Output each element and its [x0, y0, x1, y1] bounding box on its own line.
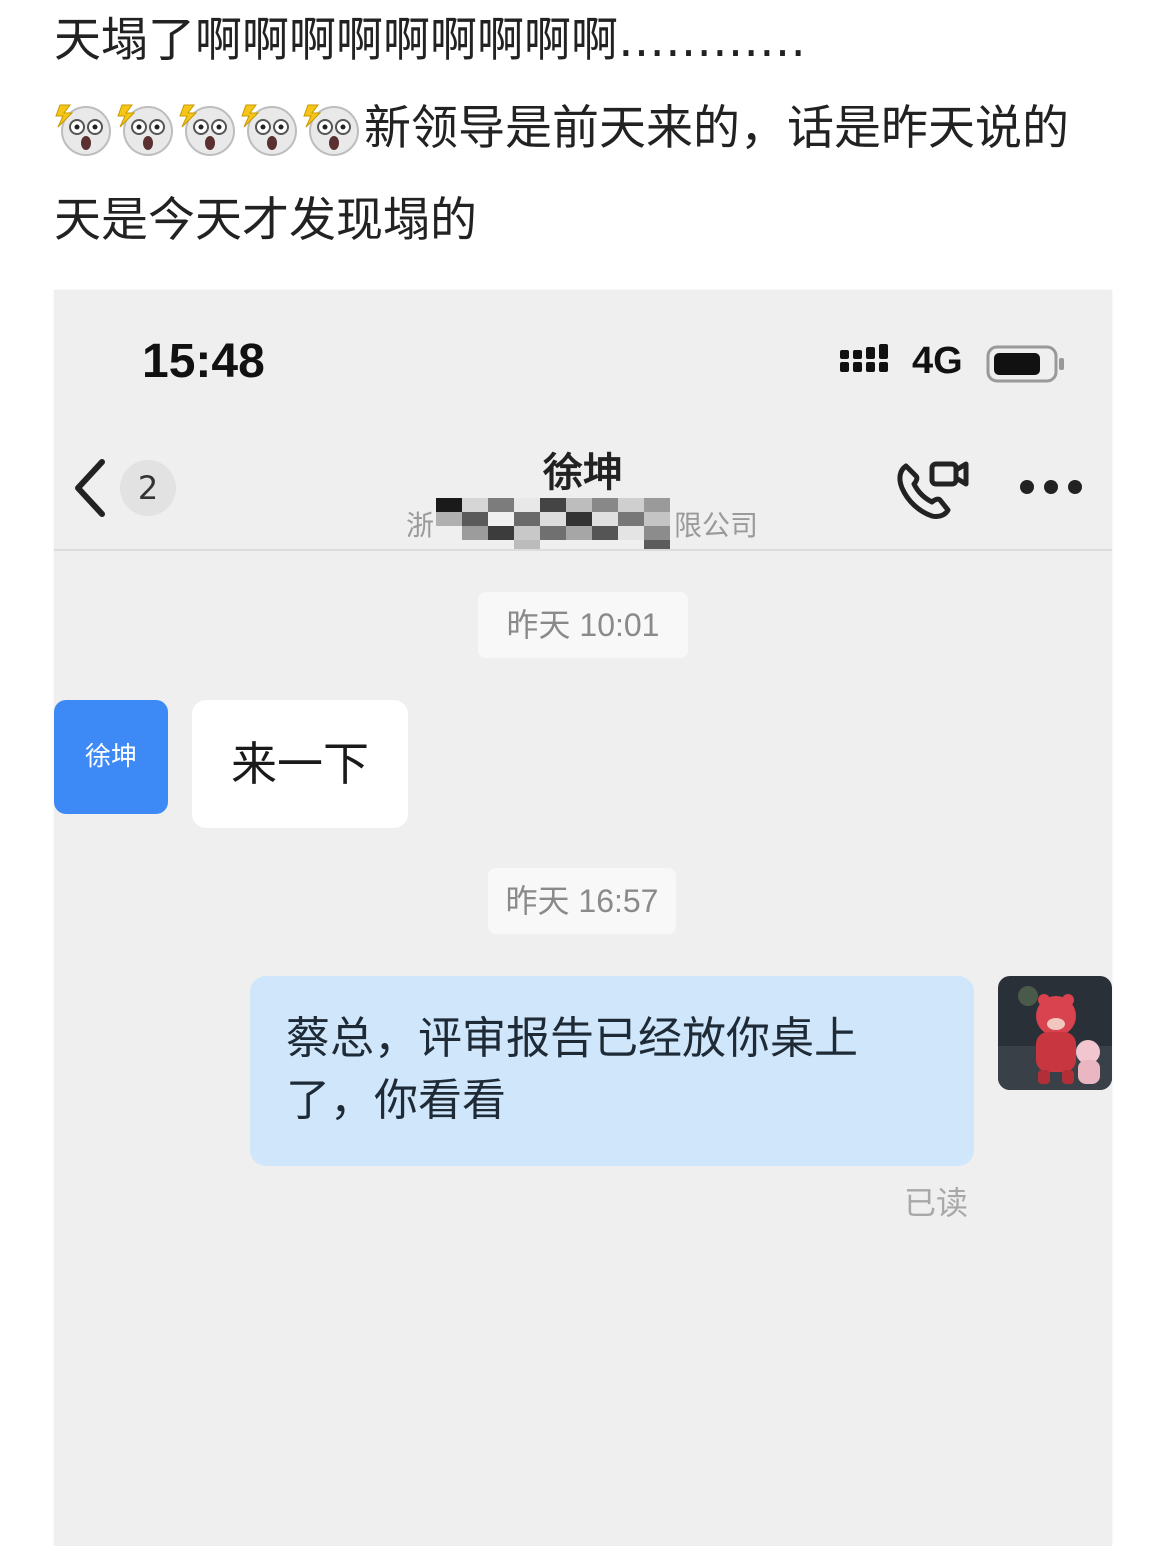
- contact-avatar[interactable]: 徐坤: [54, 700, 168, 814]
- status-time: 15:48: [142, 335, 265, 388]
- battery-icon: [986, 345, 1066, 387]
- company-prefix: 浙: [406, 509, 435, 542]
- company-suffix: 限公司: [673, 509, 758, 542]
- emoji-row: [54, 101, 364, 157]
- post-line-3: 天是今天才发现塌的: [54, 193, 477, 248]
- read-status: 已读: [904, 1184, 969, 1222]
- user-avatar[interactable]: [998, 976, 1112, 1090]
- outgoing-message-bubble[interactable]: 蔡总，评审报告已经放你桌上了，你看看: [250, 976, 974, 1166]
- signal-strength-icon: [840, 344, 900, 378]
- incoming-message-bubble[interactable]: 来一下: [192, 700, 408, 828]
- shocked-face-emoji: [178, 101, 240, 157]
- shocked-face-emoji: [116, 101, 178, 157]
- shocked-face-emoji: [240, 101, 302, 157]
- more-options-icon[interactable]: [1018, 478, 1084, 500]
- header-divider: [54, 549, 1112, 551]
- message-timestamp: 昨天 16:57: [488, 868, 676, 934]
- shocked-face-emoji: [302, 101, 364, 157]
- shocked-face-emoji: [54, 101, 116, 157]
- network-type: 4G: [912, 340, 963, 382]
- company-name: 浙 限公司: [406, 498, 758, 550]
- voice-video-call-icon[interactable]: [894, 458, 970, 526]
- post-line-1: 天塌了啊啊啊啊啊啊啊啊啊…………: [54, 13, 806, 68]
- redaction-mosaic: [436, 498, 696, 554]
- post-line-2: 新领导是前天来的，话是昨天说的: [54, 100, 1170, 158]
- chat-screenshot: 15:48 4G 2 徐坤 浙 限公司 昨天 10:01 徐坤 来一下 昨天 1…: [54, 290, 1112, 1546]
- post-line-2-text: 新领导是前天来的，话是昨天说的: [364, 101, 1069, 156]
- message-timestamp: 昨天 10:01: [478, 592, 688, 658]
